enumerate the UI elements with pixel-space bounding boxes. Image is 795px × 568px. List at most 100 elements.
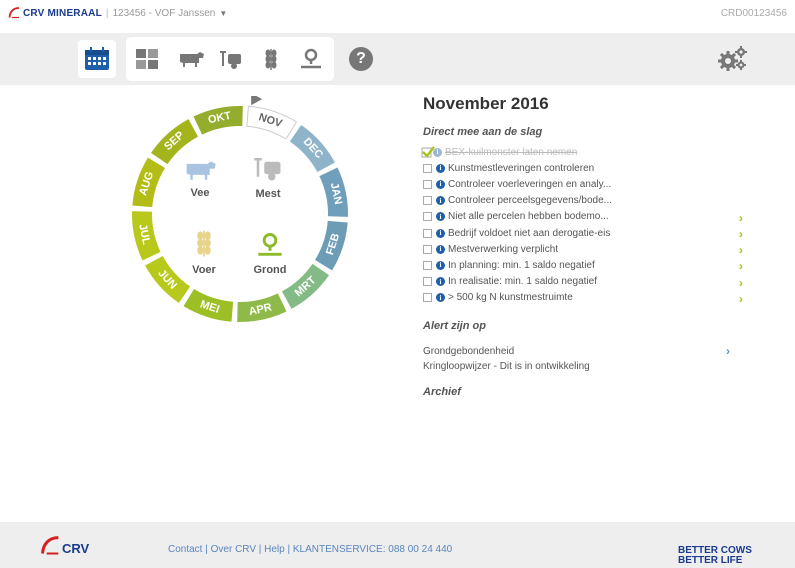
cow-icon <box>186 161 216 180</box>
info-icon[interactable]: i <box>436 277 445 287</box>
task-checkbox[interactable] <box>423 163 432 173</box>
caret-down-icon[interactable]: ▼ <box>219 9 227 18</box>
task-text: Kunstmestleveringen controleren <box>448 162 595 174</box>
info-icon[interactable]: i <box>436 179 445 189</box>
info-icon[interactable]: i <box>433 147 442 157</box>
wheat-icon <box>197 230 211 257</box>
alerts-section-title: Alert zijn op <box>423 319 486 332</box>
slogan-line-2: BETTER LIFE <box>678 555 743 566</box>
task-text: Controleer perceelsgegevens/bode... <box>448 195 612 207</box>
footer-logo[interactable]: CRV <box>40 536 89 556</box>
plots-icon <box>136 49 158 69</box>
cow-icon <box>180 52 204 67</box>
wheel-button-grond[interactable]: Grond <box>240 232 300 276</box>
settings-button[interactable] <box>714 40 752 78</box>
task-item[interactable]: i > 500 kg N kunstmestruimte › <box>423 290 763 306</box>
tab-cattle[interactable] <box>172 40 210 78</box>
task-item[interactable]: i Mestverwerking verplicht › <box>423 241 763 257</box>
task-checkbox[interactable] <box>423 244 432 254</box>
alert-row[interactable]: Kringloopwijzer - Dit is in ontwikkeling <box>423 359 763 374</box>
wheel-button-vee[interactable]: Vee <box>170 159 230 199</box>
task-item[interactable]: i In realisatie: min. 1 saldo negatief › <box>423 274 763 290</box>
manure-icon <box>220 51 241 69</box>
task-item[interactable]: i Controleer perceelsgegevens/bode... <box>423 193 763 209</box>
alert-text: Grondgebondenheid <box>423 345 515 357</box>
task-checkbox[interactable] <box>423 228 432 238</box>
help-icon: ? <box>349 47 373 71</box>
info-icon[interactable]: i <box>436 260 445 270</box>
task-item[interactable]: i Kunstmestleveringen controleren <box>423 160 763 176</box>
chevron-right-icon[interactable]: › <box>739 227 743 241</box>
tab-plots[interactable] <box>128 40 166 78</box>
task-checkbox[interactable] <box>423 196 432 206</box>
task-item[interactable]: i BEX-kuilmonster laten nemen <box>421 144 763 160</box>
tasks-section-title: Direct mee aan de slag <box>423 126 543 138</box>
info-icon[interactable]: i <box>436 212 445 222</box>
task-checkbox[interactable] <box>423 179 432 189</box>
footer-logo-text: CRV <box>62 541 90 556</box>
wheat-icon <box>265 49 277 70</box>
gears-icon <box>718 46 747 71</box>
chevron-right-icon[interactable]: › <box>739 276 743 290</box>
info-icon[interactable]: i <box>436 228 445 238</box>
task-checkbox[interactable] <box>423 277 432 287</box>
task-checkbox[interactable] <box>423 260 432 270</box>
task-text: BEX-kuilmonster laten nemen <box>445 146 578 158</box>
land-icon <box>301 48 321 69</box>
month-wheel: NOV DEC JAN FEB MRT APR MEI JUN JUL AUG SEP OKT Vee… <box>110 93 370 336</box>
header-separator: | <box>105 7 109 19</box>
chevron-right-icon[interactable]: › <box>726 344 730 359</box>
info-icon[interactable]: i <box>436 196 445 206</box>
wheel-button-label: Vee <box>190 187 210 199</box>
chevron-right-icon[interactable]: › <box>739 292 743 306</box>
task-item[interactable]: i Bedrijf voldoet niet aan derogatie-eis › <box>423 225 763 241</box>
chevron-right-icon[interactable]: › <box>739 243 743 257</box>
task-text: In planning: min. 1 saldo negatief <box>448 259 595 271</box>
info-icon[interactable]: i <box>436 244 445 254</box>
task-list: i BEX-kuilmonster laten nemen i Kunstmestle… <box>421 144 763 306</box>
task-checkbox[interactable] <box>423 212 432 222</box>
tab-calendar[interactable] <box>78 40 116 78</box>
page-title: November 2016 <box>423 94 549 113</box>
tab-land[interactable] <box>292 40 330 78</box>
wheel-button-label: Voer <box>192 264 216 276</box>
task-item[interactable]: i In planning: min. 1 saldo negatief › <box>423 257 763 273</box>
task-item[interactable]: i Niet alle percelen hebben bodemo... › <box>423 209 763 225</box>
current-month-pointer-icon <box>251 93 263 106</box>
account-selector[interactable]: 123456 - VOF Janssen <box>113 8 216 19</box>
task-text: In realisatie: min. 1 saldo negatief <box>448 276 597 288</box>
wheel-button-label: Grond <box>253 264 287 276</box>
calendar-icon <box>85 47 109 70</box>
tasks-panel: November 2016 Direct mee aan de slag i BE… <box>421 94 763 404</box>
task-text: > 500 kg N kunstmestruimte <box>448 292 573 304</box>
footer-links[interactable]: Contact | Over CRV | Help | KLANTENSERVI… <box>168 544 452 555</box>
task-text: Controleer voerleveringen en analy... <box>448 178 612 190</box>
task-text: Bedrijf voldoet niet aan derogatie-eis <box>448 227 611 239</box>
alert-row[interactable]: Grondgebondenheid › <box>423 344 763 359</box>
info-icon[interactable]: i <box>436 293 445 303</box>
crv-logo-icon <box>8 7 20 19</box>
tab-manure[interactable] <box>212 40 250 78</box>
chevron-right-icon[interactable]: › <box>739 259 743 273</box>
tab-feed[interactable] <box>252 40 290 78</box>
wheel-button-mest[interactable]: Mest <box>238 154 298 200</box>
task-item[interactable]: i Controleer voerleveringen en analy... <box>423 176 763 192</box>
info-icon[interactable]: i <box>436 163 445 173</box>
month-ring: NOVDECJANFEBMRTAPRMEIJUNJULAUGSEPOKT <box>132 93 348 322</box>
manure-icon <box>254 158 281 181</box>
slogan: BETTER COWS BETTER LIFE <box>678 546 752 566</box>
wheel-button-voer[interactable]: Voer <box>174 228 234 276</box>
task-text: Niet alle percelen hebben bodemo... <box>448 211 609 223</box>
land-icon <box>258 233 282 256</box>
archive-link[interactable]: Archief <box>423 386 763 398</box>
app-root: CRV MINERAAL | 123456 - VOF Janssen ▼ CR… <box>0 0 795 568</box>
help-button[interactable]: ? <box>342 40 380 78</box>
brand[interactable]: CRV MINERAAL <box>8 7 102 19</box>
task-checkbox[interactable] <box>423 293 432 303</box>
customer-code: CRD00123456 <box>720 7 787 19</box>
footer: CRV Contact | Over CRV | Help | KLANTENS… <box>0 522 795 568</box>
alerts-section: Alert zijn op Grondgebondenheid › Kringl… <box>423 320 763 374</box>
toolbar: ? <box>0 33 795 85</box>
chevron-right-icon[interactable]: › <box>739 211 743 225</box>
top-bar: CRV MINERAAL | 123456 - VOF Janssen ▼ CR… <box>0 0 795 26</box>
